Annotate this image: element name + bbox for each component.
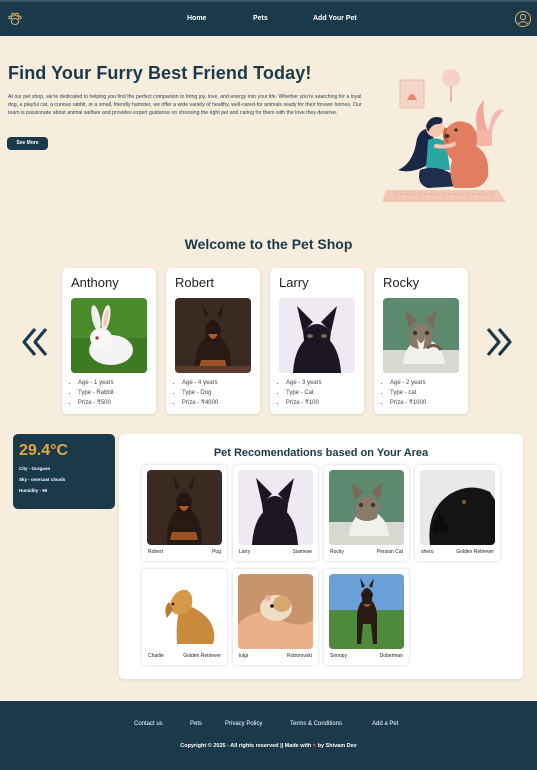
recommendation-name: Robert	[148, 549, 164, 555]
pet-card-details: Age - 1 years Type - Rabbit Prize - ₹500	[78, 378, 114, 408]
recommendation-card[interactable]: sheru Golden Retriever	[415, 465, 500, 561]
tabby-kitten-photo	[383, 298, 459, 373]
footer: Contact us Pets Privacy Policy Terms & C…	[0, 701, 537, 770]
footer-terms-link[interactable]: Terms & Conditions	[290, 721, 342, 727]
nav-home-link[interactable]: Home	[187, 15, 206, 22]
pet-card-age: Age - 3 years	[286, 378, 322, 388]
pet-card-age: Age - 4 years	[182, 378, 218, 388]
heart-icon: ♥	[312, 743, 317, 749]
black-cat-photo	[238, 470, 313, 545]
footer-pets-link[interactable]: Pets	[190, 721, 202, 727]
pet-card-details: Age - 3 years Type - Cat Prize - ₹100	[286, 378, 322, 408]
pet-card-details: Age - 2 years Type - cat Prize - ₹1000	[390, 378, 426, 408]
black-cat-photo	[279, 298, 355, 373]
doberman-photo	[175, 298, 251, 373]
recommendation-breed: Golden Retriever	[183, 653, 221, 659]
see-more-button[interactable]: See More	[7, 137, 48, 150]
recommendation-card[interactable]: Rocky Persian Cat	[324, 465, 409, 561]
doberman-photo	[147, 470, 222, 545]
chevron-right-icon[interactable]	[485, 326, 513, 358]
weather-widget: 29.4°C City - Gurgaon Sky - overcast clo…	[13, 434, 115, 509]
pet-card[interactable]: Larry Age - 3 years Type - Cat Prize - ₹…	[270, 268, 364, 414]
recommendation-card[interactable]: Snoopy Doberman	[324, 569, 409, 665]
tabby-kitten-photo	[329, 470, 404, 545]
pet-card[interactable]: Robert Age - 4 years Type - Dog Prize - …	[166, 268, 260, 414]
doberman-standing-photo	[329, 574, 404, 649]
copyright-text: Copyright © 2025 - All rights reserved |…	[180, 743, 312, 749]
recommendation-name: Charlie	[148, 653, 164, 659]
recommendations-title: Pet Recomendations based on Your Area	[213, 447, 429, 459]
recommendation-card[interactable]: luigi Roborovski	[233, 569, 318, 665]
pet-card-type: Type - cat	[390, 388, 426, 398]
rabbit-photo	[71, 298, 147, 373]
pet-card-price: Prize - ₹500	[78, 398, 114, 408]
pet-card-name: Rocky	[383, 275, 420, 290]
pet-card-price: Prize - ₹100	[286, 398, 322, 408]
pet-card-age: Age - 1 years	[78, 378, 114, 388]
pet-card-type: Type - Rabbit	[78, 388, 114, 398]
recommendation-name: Larry	[239, 549, 251, 555]
recommendation-name: Snoopy	[330, 653, 347, 659]
pet-card-price: Prize - ₹1000	[390, 398, 426, 408]
recommendation-card[interactable]: Robert Pug	[142, 465, 227, 561]
recommendation-breed: Golden Retriever	[456, 549, 494, 555]
footer-privacy-link[interactable]: Privacy Policy	[225, 721, 262, 727]
footer-contact-link[interactable]: Contact us	[134, 721, 163, 727]
navbar: Home Pets Add Your Pet	[0, 0, 537, 36]
hero-title: Find Your Furry Best Friend Today!	[8, 63, 312, 83]
nav-add-pet-link[interactable]: Add Your Pet	[313, 15, 357, 22]
pet-card-type: Type - Dog	[182, 388, 218, 398]
weather-sky: Sky - overcast clouds	[19, 477, 66, 482]
footer-add-pet-link[interactable]: Add a Pet	[372, 721, 398, 727]
recommendation-breed: Roborovski	[286, 653, 312, 659]
golden-retriever-photo	[147, 574, 222, 649]
pet-card-name: Robert	[175, 275, 215, 290]
recommendation-breed: Pug	[212, 549, 221, 555]
recommendation-card[interactable]: Larry Siamese	[233, 465, 318, 561]
pet-card[interactable]: Rocky Age - 2 years Type - cat Prize - ₹…	[374, 268, 468, 414]
hero-description: At our pet shop, we're dedicated to help…	[8, 94, 362, 116]
recommendation-breed: Doberman	[379, 653, 403, 659]
weather-humidity: Humidity - 65	[19, 488, 48, 493]
pet-card-price: Prize - ₹4000	[182, 398, 218, 408]
pet-card-age: Age - 2 years	[390, 378, 426, 388]
nav-pets-link[interactable]: Pets	[253, 15, 268, 22]
recommendation-breed: Siamese	[292, 549, 312, 555]
recommendations-panel: Pet Recomendations based on Your Area Ro…	[119, 434, 523, 679]
pet-card-name: Larry	[279, 275, 309, 290]
hamster-photo	[238, 574, 313, 649]
recommendation-name: sheru	[421, 549, 434, 555]
recommendation-name: luigi	[239, 653, 248, 659]
recommendation-name: Rocky	[330, 549, 344, 555]
user-circle-icon[interactable]	[514, 10, 532, 28]
black-dog-photo	[420, 470, 495, 545]
copyright: Copyright © 2025 - All rights reserved |…	[0, 743, 537, 749]
copyright-author: by Shivam Dev	[317, 743, 357, 749]
weather-temperature: 29.4°C	[19, 442, 69, 459]
chevron-left-icon[interactable]	[21, 326, 49, 358]
shop-title: Welcome to the Pet Shop	[184, 236, 353, 252]
pet-card-type: Type - Cat	[286, 388, 322, 398]
pet-card-details: Age - 4 years Type - Dog Prize - ₹4000	[182, 378, 218, 408]
recommendation-card[interactable]: Charlie Golden Retriever	[142, 569, 227, 665]
pet-card-name: Anthony	[71, 275, 119, 290]
hero-illustration	[380, 66, 520, 206]
pet-card[interactable]: Anthony Age - 1 years Type - Rabbit Priz…	[62, 268, 156, 414]
recommendation-breed: Persian Cat	[376, 549, 403, 555]
weather-city: City - Gurgaon	[19, 466, 51, 471]
